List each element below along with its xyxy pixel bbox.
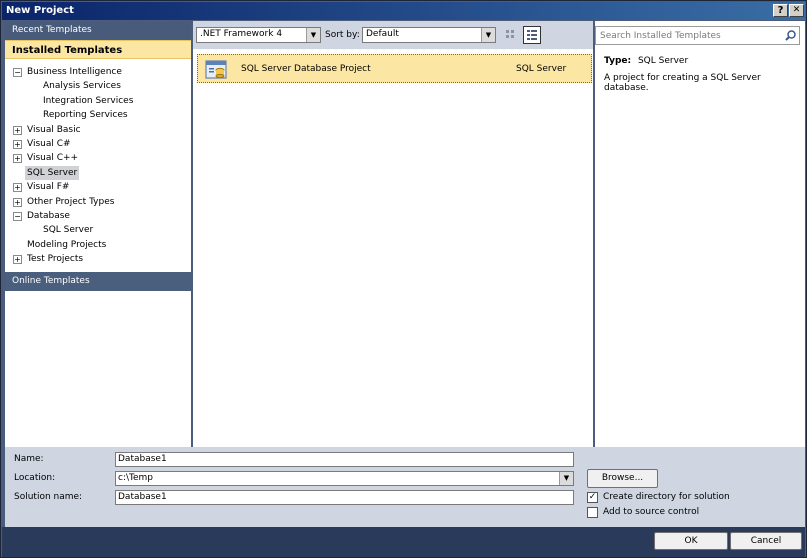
tree-item[interactable]: − Business Intelligence xyxy=(5,65,191,79)
template-type: SQL Server xyxy=(516,64,567,74)
tree-item[interactable]: SQL Server xyxy=(5,165,191,180)
template-tree: − Business Intelligence Analysis Services I… xyxy=(5,59,191,266)
tree-item[interactable]: + Visual Basic xyxy=(5,123,191,137)
sort-value: Default xyxy=(366,29,399,39)
expand-icon[interactable]: + xyxy=(13,139,22,149)
solution-name-field[interactable]: Database1 xyxy=(115,490,574,505)
templates-toolbar: .NET Framework 4 ▼ Sort by: Default ▼ xyxy=(193,21,593,49)
template-type-line: Type: SQL Server xyxy=(604,56,688,66)
tree-item[interactable]: + Test Projects xyxy=(5,252,191,266)
medium-icons-icon xyxy=(506,30,514,38)
tree-item-label: Business Intelligence xyxy=(27,67,122,77)
tree-item-label: Database xyxy=(27,210,70,221)
search-input[interactable]: Search Installed Templates xyxy=(595,26,800,45)
collapse-icon[interactable]: − xyxy=(13,68,22,77)
template-categories-pane: Recent Templates Installed Templates − Bu… xyxy=(5,21,191,447)
name-label: Name: xyxy=(14,454,44,464)
tree-item[interactable]: Integration Services xyxy=(5,94,191,108)
expand-icon[interactable]: + xyxy=(13,154,22,164)
tree-item[interactable]: SQL Server xyxy=(5,223,191,237)
tree-item-label: Visual C# xyxy=(27,138,71,149)
tree-item[interactable]: Reporting Services xyxy=(5,108,191,122)
name-field[interactable]: Database1 xyxy=(115,452,574,467)
cancel-button[interactable]: Cancel xyxy=(730,532,802,550)
framework-dropdown[interactable]: .NET Framework 4 ▼ xyxy=(196,27,321,43)
tree-item-label: Other Project Types xyxy=(27,196,115,207)
type-label: Type: xyxy=(604,56,632,66)
tree-item[interactable]: + Visual C# xyxy=(5,137,191,151)
tree-item[interactable]: Modeling Projects xyxy=(5,238,191,252)
tree-item-label: SQL Server xyxy=(25,165,80,180)
source-control-checkbox[interactable] xyxy=(587,507,598,518)
search-icon[interactable] xyxy=(784,29,797,42)
tree-item-label: SQL Server xyxy=(43,225,94,236)
expand-icon[interactable]: + xyxy=(13,197,22,207)
create-directory-label: Create directory for solution xyxy=(603,492,730,502)
tree-item-label: Visual F# xyxy=(27,182,70,193)
tree-item-label: Modeling Projects xyxy=(27,239,107,250)
close-button[interactable]: ✕ xyxy=(789,4,804,17)
template-description: A project for creating a SQL Server data… xyxy=(604,73,761,93)
solution-name-label: Solution name: xyxy=(14,492,83,502)
create-directory-checkbox[interactable]: ✓ xyxy=(587,492,598,503)
tree-item-label: Visual C++ xyxy=(27,153,79,164)
type-value: SQL Server xyxy=(637,56,689,66)
tree-item-label: Integration Services xyxy=(43,95,134,106)
title-bar: New Project ? ✕ xyxy=(2,2,805,20)
tree-item[interactable]: + Visual C++ xyxy=(5,151,191,165)
location-field[interactable]: c:\Temp ▼ xyxy=(115,471,574,486)
templates-pane: .NET Framework 4 ▼ Sort by: Default ▼ SQ… xyxy=(193,21,593,447)
details-view-button[interactable] xyxy=(523,26,541,44)
ok-button[interactable]: OK xyxy=(654,532,728,550)
tree-item[interactable]: − Database xyxy=(5,209,191,223)
collapse-icon[interactable]: − xyxy=(13,211,22,221)
chevron-down-icon[interactable]: ▼ xyxy=(559,472,573,485)
template-details-pane: Search Installed Templates Type: SQL Ser… xyxy=(595,21,805,447)
tree-item[interactable]: + Visual F# xyxy=(5,180,191,194)
expand-icon[interactable]: + xyxy=(13,125,22,135)
sort-label: Sort by: xyxy=(325,30,360,40)
template-item-sql-server-database-project[interactable]: SQL Server Database Project SQL Server xyxy=(197,54,592,83)
solution-name-value: Database1 xyxy=(118,492,167,502)
tree-item-label: Reporting Services xyxy=(43,110,128,121)
framework-value: .NET Framework 4 xyxy=(200,29,283,39)
online-templates-header[interactable]: Online Templates xyxy=(5,272,191,291)
tree-item-label: Visual Basic xyxy=(27,124,81,135)
expand-icon[interactable]: + xyxy=(13,255,22,265)
chevron-down-icon: ▼ xyxy=(306,28,320,42)
template-name: SQL Server Database Project xyxy=(241,64,371,74)
project-settings-form: Name: Database1 Location: c:\Temp ▼ Brow… xyxy=(5,447,805,527)
tree-item[interactable]: Analysis Services xyxy=(5,79,191,93)
database-project-icon xyxy=(205,60,227,79)
dialog-title: New Project xyxy=(6,5,74,16)
help-button[interactable]: ? xyxy=(773,4,788,17)
sort-dropdown[interactable]: Default ▼ xyxy=(362,27,496,43)
tree-item-label: Test Projects xyxy=(27,254,84,265)
name-value: Database1 xyxy=(118,454,167,464)
chevron-down-icon: ▼ xyxy=(481,28,495,42)
location-value: c:\Temp xyxy=(118,473,153,483)
medium-icons-view-button[interactable] xyxy=(501,26,519,44)
location-label: Location: xyxy=(14,473,56,483)
tree-item-label: Analysis Services xyxy=(43,81,121,92)
browse-button[interactable]: Browse... xyxy=(587,469,658,488)
installed-templates-header[interactable]: Installed Templates xyxy=(5,40,191,59)
new-project-dialog: New Project ? ✕ Recent Templates Install… xyxy=(0,0,807,558)
tree-item[interactable]: + Other Project Types xyxy=(5,195,191,209)
details-list-icon xyxy=(527,30,537,40)
recent-templates-header[interactable]: Recent Templates xyxy=(5,21,191,40)
source-control-label: Add to source control xyxy=(603,507,700,517)
expand-icon[interactable]: + xyxy=(13,183,22,193)
search-placeholder: Search Installed Templates xyxy=(600,31,721,41)
dialog-footer: OK Cancel xyxy=(2,527,805,557)
